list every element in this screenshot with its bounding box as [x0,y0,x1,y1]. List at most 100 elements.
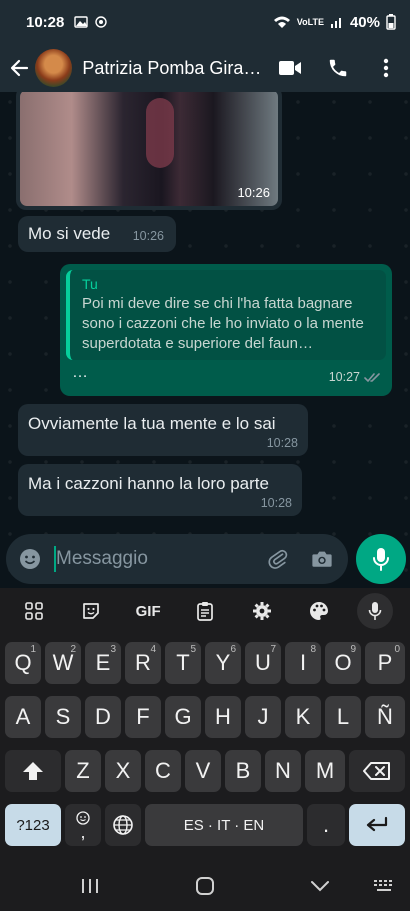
key-b[interactable]: B [225,750,261,792]
key-o[interactable]: O9 [325,642,361,684]
voice-input-button[interactable] [357,593,394,629]
shift-key[interactable] [5,750,61,792]
attach-button[interactable] [256,534,300,584]
key-m[interactable]: M [305,750,345,792]
camera-button[interactable] [300,534,344,584]
message-text: … [72,364,89,381]
mic-icon [369,602,382,620]
key-c[interactable]: C [145,750,181,792]
key-p[interactable]: P0 [365,642,405,684]
key-j[interactable]: J [245,696,281,738]
status-right: VoLTE 40% [273,14,396,31]
battery-icon [386,14,396,30]
recent-apps-icon [82,878,98,893]
home-icon [196,876,214,895]
settings-button[interactable] [244,593,280,629]
avatar[interactable] [35,49,73,87]
gif-button[interactable]: GIF [130,593,166,629]
mic-icon [373,548,389,571]
backspace-icon [363,762,390,780]
key-l[interactable]: L [325,696,361,738]
recent-apps-button[interactable] [60,860,120,911]
volte-label: VoLTE [296,16,324,27]
enter-key[interactable] [349,804,405,846]
message-time: 10:28 [266,436,298,450]
more-options-button[interactable] [362,44,410,92]
incoming-message[interactable]: Mo si vede 10:26 [18,216,176,252]
key-e[interactable]: E3 [85,642,121,684]
message-input[interactable] [56,548,256,570]
system-nav-bar [0,860,410,911]
more-vert-icon [383,58,389,78]
back-arrow-icon [10,59,28,77]
key-z[interactable]: Z [65,750,101,792]
video-call-button[interactable] [266,44,314,92]
quoted-message[interactable]: Tu Poi mi deve dire se chi l'ha fatta ba… [66,270,386,360]
emoji-button[interactable] [8,534,52,584]
key-k[interactable]: K [285,696,321,738]
message-input-container[interactable] [6,534,348,584]
key-y[interactable]: Y6 [205,642,241,684]
key-q[interactable]: Q1 [5,642,41,684]
sticker-button[interactable] [73,593,109,629]
contact-name[interactable]: Patrizia Pomba Gira… [82,58,266,79]
key-d[interactable]: D [85,696,121,738]
status-time: 10:28 [26,13,65,31]
symbols-key[interactable]: ?123 [5,804,61,846]
shift-icon [23,762,43,780]
sticker-icon [83,603,100,619]
key-v[interactable]: V [185,750,221,792]
clipboard-button[interactable] [187,593,223,629]
back-button[interactable] [2,44,35,92]
theme-button[interactable] [301,593,337,629]
message-time: 10:27 [328,370,360,384]
chat-area[interactable]: 10:26 Mo si vede 10:26 Tu Poi mi deve di… [0,92,410,588]
video-call-icon [279,61,301,75]
composer [0,530,410,588]
globe-icon [113,815,133,835]
space-key[interactable]: ES · IT · EN [145,804,303,846]
back-nav-button[interactable] [290,860,350,911]
apps-button[interactable] [16,593,52,629]
image-message[interactable]: 10:26 [16,92,282,210]
key-w[interactable]: W2 [45,642,81,684]
gallery-icon [74,16,89,28]
key-g[interactable]: G [165,696,201,738]
attach-icon [268,550,288,569]
incoming-message[interactable]: Ma i cazzoni hanno la loro parte 10:28 [18,464,302,516]
voice-call-button[interactable] [314,44,362,92]
message-time: 10:26 [132,229,164,243]
key-h[interactable]: H [205,696,241,738]
chat-header: Patrizia Pomba Gira… [0,44,410,92]
enter-icon [366,816,388,832]
outgoing-message[interactable]: Tu Poi mi deve dire se chi l'ha fatta ba… [60,264,392,396]
language-key[interactable] [105,804,141,846]
read-ticks-icon [364,373,380,383]
voice-record-button[interactable] [356,534,406,584]
emoji-comma-key[interactable]: , [65,804,101,846]
key-t[interactable]: T5 [165,642,201,684]
key-n-tilde[interactable]: Ñ [365,696,405,738]
home-button[interactable] [175,860,235,911]
keyboard-switch-button[interactable] [354,860,410,911]
key-a[interactable]: A [5,696,41,738]
key-s[interactable]: S [45,696,81,738]
period-key[interactable]: . [307,804,345,846]
record-icon [95,16,108,28]
camera-icon [312,551,332,567]
key-i[interactable]: I8 [285,642,321,684]
status-bar: 10:28 VoLTE 40% [0,0,410,44]
backspace-key[interactable] [349,750,405,792]
palette-icon [309,602,328,620]
incoming-message[interactable]: Ovviamente la tua mente e lo sai 10:28 [18,404,308,456]
key-u[interactable]: U7 [245,642,281,684]
chevron-down-icon [311,880,329,891]
message-text: Ovviamente la tua mente e lo sai [28,414,276,433]
quoted-text: Poi mi deve dire se chi l'ha fatta bagna… [82,295,364,352]
keyboard: GIF Q1 W2 E3 R4 T5 Y6 U7 I8 O9 P0 A S D … [0,588,410,860]
key-x[interactable]: X [105,750,141,792]
key-n[interactable]: N [265,750,301,792]
key-r[interactable]: R4 [125,642,161,684]
key-f[interactable]: F [125,696,161,738]
clipboard-icon [197,602,213,621]
